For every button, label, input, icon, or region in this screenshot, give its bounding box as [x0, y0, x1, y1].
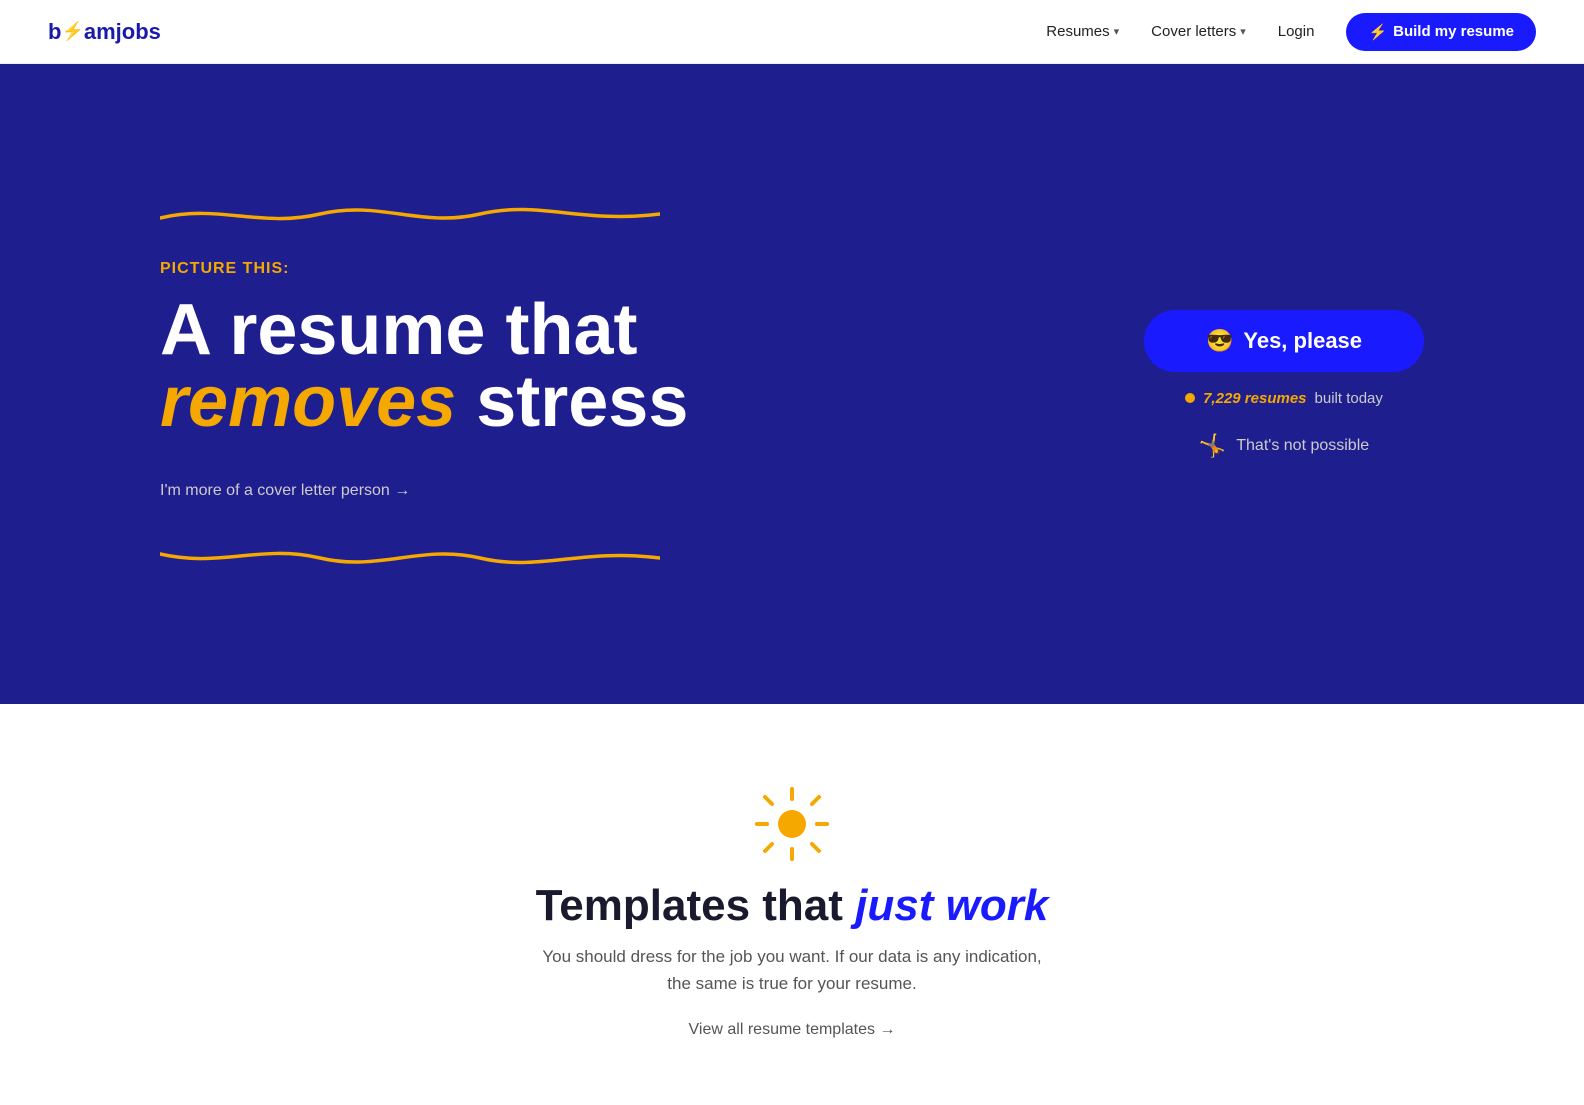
hero-h1-line1: A resume that [160, 294, 860, 366]
resumes-count: 7,229 resumes built today [1185, 390, 1383, 407]
templates-section: Templates that just work You should dres… [0, 704, 1584, 1079]
bolt-icon: ⚡ [1368, 23, 1387, 41]
hero-right: 😎 Yes, please 7,229 resumes built today … [1124, 310, 1444, 459]
logo-rest: amjobs [84, 19, 161, 45]
nav-links: Resumes ▾ Cover letters ▾ Login ⚡ Build … [1046, 13, 1536, 51]
chevron-down-icon: ▾ [1114, 25, 1120, 38]
nav-login[interactable]: Login [1278, 23, 1315, 40]
cartwheel-emoji: 🤸 [1199, 433, 1226, 459]
logo[interactable]: b⚡amjobs [48, 19, 161, 45]
sunglasses-emoji: 😎 [1206, 328, 1233, 354]
logo-b: b [48, 19, 61, 45]
hero-h1-line2: removes stress [160, 366, 860, 438]
sun-icon [752, 784, 832, 869]
templates-heading: Templates that just work [48, 881, 1536, 931]
hero-heading: A resume that removes stress [160, 294, 860, 438]
hero-eyebrow: PICTURE THIS: [160, 260, 860, 278]
wave-top-decoration [160, 200, 660, 228]
resumes-number: 7,229 resumes [1203, 390, 1306, 407]
nav-resumes[interactable]: Resumes ▾ [1046, 23, 1119, 40]
nav-cover-letters[interactable]: Cover letters ▾ [1151, 23, 1246, 40]
chevron-down-icon: ▾ [1240, 25, 1246, 38]
templates-subtext: You should dress for the job you want. I… [532, 943, 1052, 997]
hero-h1-stress: stress [456, 362, 688, 442]
wave-bottom-decoration [160, 540, 660, 568]
logo-bolt: ⚡ [61, 21, 83, 42]
view-all-templates-link[interactable]: View all resume templates → [689, 1021, 896, 1039]
cover-letter-link[interactable]: I'm more of a cover letter person → [160, 482, 410, 500]
dot-icon [1185, 393, 1195, 403]
navbar: b⚡amjobs Resumes ▾ Cover letters ▾ Login… [0, 0, 1584, 64]
hero-left: PICTURE THIS: A resume that removes stre… [160, 200, 860, 568]
hero-section: PICTURE THIS: A resume that removes stre… [0, 64, 1584, 704]
build-resume-button[interactable]: ⚡ Build my resume [1346, 13, 1536, 51]
not-possible-link[interactable]: 🤸 That's not possible [1199, 433, 1369, 459]
yes-please-button[interactable]: 😎 Yes, please [1144, 310, 1424, 372]
hero-h1-removes: removes [160, 362, 456, 442]
